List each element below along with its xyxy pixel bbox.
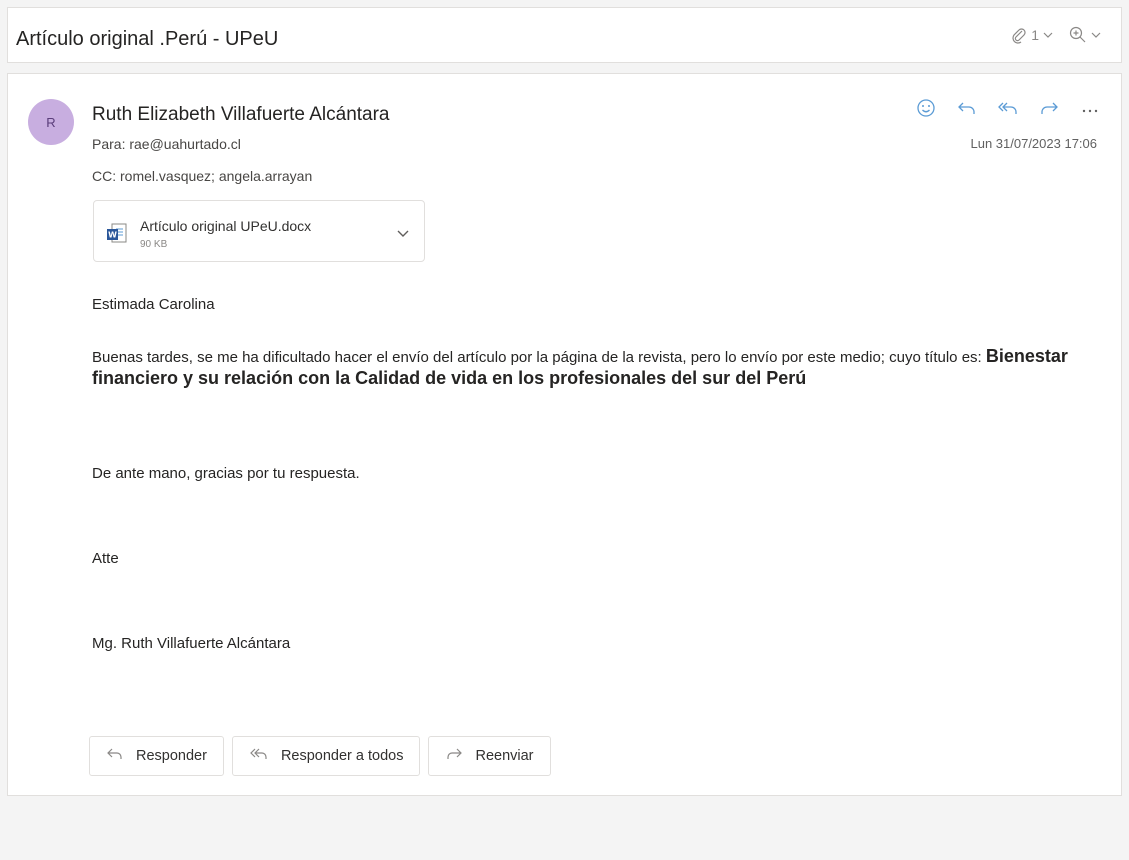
chevron-down-icon[interactable] [396, 225, 410, 243]
attachment-count-button[interactable]: 1 [1011, 26, 1053, 44]
to-label: Para: [92, 136, 126, 152]
more-icon [1081, 101, 1099, 119]
reply-bottom-button[interactable]: Responder [89, 736, 224, 776]
forward-button[interactable] [1038, 99, 1060, 121]
attachment-card[interactable]: W Artículo original UPeU.docx 90 KB [93, 200, 425, 262]
subject-bar: Artículo original .Perú - UPeU 1 [7, 7, 1122, 63]
body-line-2-prefix: cuyo título es: [889, 349, 982, 366]
reply-all-bottom-button[interactable]: Responder a todos [231, 736, 421, 776]
reply-all-button[interactable] [997, 99, 1019, 121]
to-line: Para: rae@uahurtado.cl [92, 136, 241, 152]
reply-all-icon [249, 747, 269, 765]
to-recipient[interactable]: rae@uahurtado.cl [129, 136, 241, 152]
forward-icon [1039, 100, 1059, 121]
avatar[interactable]: R [28, 99, 74, 145]
svg-text:W: W [108, 231, 117, 240]
body-thanks: De ante mano, gracias por tu respuesta. [92, 465, 360, 482]
body-line-1: Buenas tardes, se me ha dificultado hace… [92, 349, 885, 366]
emoji-react-button[interactable] [915, 98, 937, 123]
subject-tools: 1 [1011, 26, 1101, 44]
reply-button[interactable] [956, 99, 978, 121]
attachment-name: Artículo original UPeU.docx [140, 218, 312, 234]
body-paragraph: Buenas tardes, se me ha dificultado hace… [92, 346, 1102, 390]
cc-label: CC: [92, 168, 117, 184]
more-actions-button[interactable] [1079, 99, 1101, 121]
cc-line: CC: romel.vasquez; angela.arrayan [92, 168, 312, 184]
forward-icon [445, 747, 463, 765]
reply-icon [957, 100, 977, 121]
forward-label: Reenviar [475, 748, 534, 764]
reply-all-icon [997, 100, 1019, 121]
cc-recipient[interactable]: angela.arrayan [219, 168, 312, 184]
message-card: R Ruth Elizabeth Villafuerte Alcántara P… [7, 73, 1122, 796]
reply-label: Responder [136, 748, 207, 764]
body-greeting: Estimada Carolina [92, 296, 215, 313]
subject-title: Artículo original .Perú - UPeU [16, 28, 279, 50]
paperclip-icon [1011, 26, 1027, 44]
chevron-down-icon [1043, 31, 1053, 39]
cc-recipient[interactable]: romel.vasquez; [120, 168, 215, 184]
smiley-icon [916, 98, 936, 123]
chevron-down-icon [1091, 31, 1101, 39]
body-signature: Mg. Ruth Villafuerte Alcántara [92, 635, 291, 652]
reply-icon [106, 747, 124, 765]
message-actions [915, 98, 1101, 123]
message-date: Lun 31/07/2023 17:06 [970, 136, 1097, 151]
zoom-in-icon [1069, 26, 1087, 44]
reply-all-label: Responder a todos [280, 748, 404, 764]
zoom-button[interactable] [1069, 26, 1101, 44]
word-doc-icon: W [106, 222, 128, 249]
body-closing: Atte [92, 550, 119, 567]
forward-bottom-button[interactable]: Reenviar [428, 736, 551, 776]
attachment-size: 90 KB [140, 239, 168, 250]
reply-button-row: Responder Responder a todos Reenviar [89, 736, 551, 776]
attachment-count: 1 [1031, 27, 1039, 43]
sender-name[interactable]: Ruth Elizabeth Villafuerte Alcántara [92, 104, 390, 126]
